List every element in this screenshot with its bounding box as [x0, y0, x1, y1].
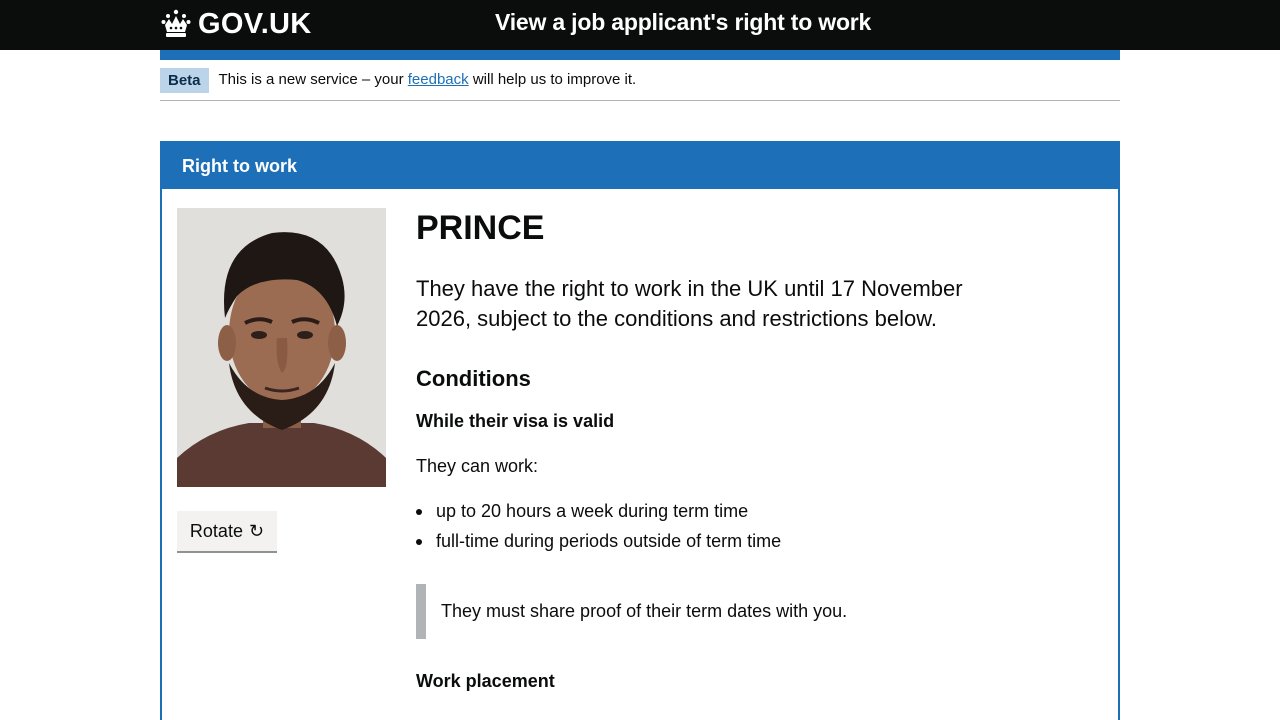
applicant-details: PRINCE They have the right to work in th…: [416, 208, 1036, 714]
card-title: Right to work: [182, 156, 297, 176]
visa-valid-heading: While their visa is valid: [416, 411, 615, 431]
feedback-link[interactable]: feedback: [408, 71, 469, 88]
rotate-label: Rotate: [189, 520, 243, 541]
phase-text-before: This is a new service – your: [218, 71, 408, 88]
term-dates-inset: They must share proof of their term date…: [416, 584, 1036, 639]
can-work-intro: They can work:: [416, 456, 539, 476]
service-name-link[interactable]: View a job applicant's right to work: [495, 9, 871, 36]
list-item: up to 20 hours a week during term time: [416, 499, 1036, 524]
conditions-heading: Conditions: [416, 366, 531, 391]
crown-icon: [161, 9, 191, 37]
work-conditions-list: up to 20 hours a week during term time f…: [416, 499, 1036, 554]
govuk-header: GOV.UK View a job applicant's right to w…: [0, 0, 1280, 50]
phase-message: This is a new service – your feedback wi…: [219, 68, 637, 92]
beta-tag: Beta: [160, 68, 209, 93]
applicant-portrait-image: [177, 208, 386, 487]
applicant-photo: [177, 208, 386, 487]
phase-banner: Beta This is a new service – your feedba…: [160, 68, 1120, 101]
work-placement-heading: Work placement: [416, 671, 555, 691]
right-to-work-card: Right to work Rotate ↻ PRINCE They have …: [160, 141, 1120, 720]
rotate-button[interactable]: Rotate ↻: [177, 511, 277, 551]
govuk-logo-link[interactable]: GOV.UK: [160, 6, 312, 42]
phase-text-after: will help us to improve it.: [468, 71, 637, 88]
applicant-name: PRINCE: [416, 209, 545, 247]
right-to-work-summary: They have the right to work in the UK un…: [416, 276, 963, 331]
card-header: Right to work: [162, 143, 1118, 189]
rotate-icon: ↻: [248, 520, 265, 541]
logo-text: GOV.UK: [198, 7, 312, 40]
header-underline: [160, 50, 1120, 60]
list-item: full-time during periods outside of term…: [416, 529, 1036, 554]
